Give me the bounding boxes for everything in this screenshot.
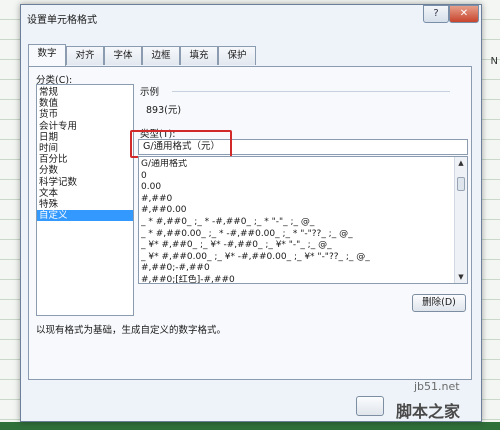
category-item-date[interactable]: 日期: [37, 132, 133, 143]
category-item-special[interactable]: 特殊: [37, 199, 133, 210]
dialog-titlebar: 设置单元格格式 ? ✕: [21, 5, 481, 31]
format-item[interactable]: G/通用格式: [141, 159, 451, 171]
format-items: G/通用格式 0 0.00 #,##0 #,##0.00 _ * #,##0_ …: [141, 159, 451, 283]
watermark-name: 脚本之家: [396, 402, 461, 421]
dialog-title: 设置单元格格式: [27, 15, 97, 26]
format-item[interactable]: _ ¥* #,##0.00_ ;_ ¥* -#,##0.00_ ;_ ¥* "-…: [141, 252, 451, 264]
format-item[interactable]: _ * #,##0.00_ ;_ * -#,##0.00_ ;_ * "-"??…: [141, 229, 451, 241]
format-list[interactable]: G/通用格式 0 0.00 #,##0 #,##0.00 _ * #,##0_ …: [138, 156, 468, 284]
close-button[interactable]: ✕: [449, 5, 479, 23]
category-item-percentage[interactable]: 百分比: [37, 154, 133, 165]
scroll-down-icon[interactable]: ▼: [455, 271, 467, 283]
category-item-number[interactable]: 数值: [37, 98, 133, 109]
delete-button[interactable]: 删除(D): [412, 294, 466, 312]
format-item[interactable]: #,##0;[红色]-#,##0: [141, 275, 451, 283]
tab-number[interactable]: 数字: [28, 44, 66, 66]
category-item-time[interactable]: 时间: [37, 143, 133, 154]
scroll-up-icon[interactable]: ▲: [455, 157, 467, 169]
category-item-text[interactable]: 文本: [37, 188, 133, 199]
category-item-currency[interactable]: 货币: [37, 109, 133, 120]
format-item[interactable]: 0: [141, 171, 451, 183]
help-button[interactable]: ?: [423, 5, 449, 23]
sample-divider: [172, 91, 450, 92]
format-description: 以现有格式为基础，生成自定义的数字格式。: [36, 325, 227, 336]
category-item-general[interactable]: 常规: [37, 87, 133, 98]
format-item[interactable]: #,##0;-#,##0: [141, 263, 451, 275]
format-item[interactable]: #,##0.00: [141, 205, 451, 217]
sample-value: 893(元): [146, 105, 182, 116]
watermark-site: jb51.net: [414, 380, 460, 393]
ok-button[interactable]: [356, 396, 384, 416]
tab-protection[interactable]: 保护: [218, 46, 256, 65]
tab-border[interactable]: 边框: [142, 46, 180, 65]
category-item-fraction[interactable]: 分数: [37, 165, 133, 176]
tab-alignment[interactable]: 对齐: [66, 46, 104, 65]
tab-font[interactable]: 字体: [104, 46, 142, 65]
category-item-scientific[interactable]: 科学记数: [37, 177, 133, 188]
highlight-annotation: [130, 130, 232, 158]
sheet-tab-bar: [0, 422, 500, 430]
column-header-letter: N: [490, 56, 498, 67]
tab-fill[interactable]: 填充: [180, 46, 218, 65]
format-item[interactable]: #,##0: [141, 194, 451, 206]
sample-label: 示例: [140, 87, 160, 98]
format-item[interactable]: _ ¥* #,##0_ ;_ ¥* -#,##0_ ;_ ¥* "-"_ ;_ …: [141, 240, 451, 252]
format-item[interactable]: _ * #,##0_ ;_ * -#,##0_ ;_ * "-"_ ;_ @_: [141, 217, 451, 229]
category-list[interactable]: 常规 数值 货币 会计专用 日期 时间 百分比 分数 科学记数 文本 特殊 自定…: [36, 84, 134, 316]
category-item-custom[interactable]: 自定义: [37, 210, 133, 222]
format-item[interactable]: 0.00: [141, 182, 451, 194]
category-item-accounting[interactable]: 会计专用: [37, 121, 133, 132]
format-list-scrollbar[interactable]: ▲ ▼: [454, 157, 467, 283]
scroll-thumb[interactable]: [457, 177, 465, 191]
